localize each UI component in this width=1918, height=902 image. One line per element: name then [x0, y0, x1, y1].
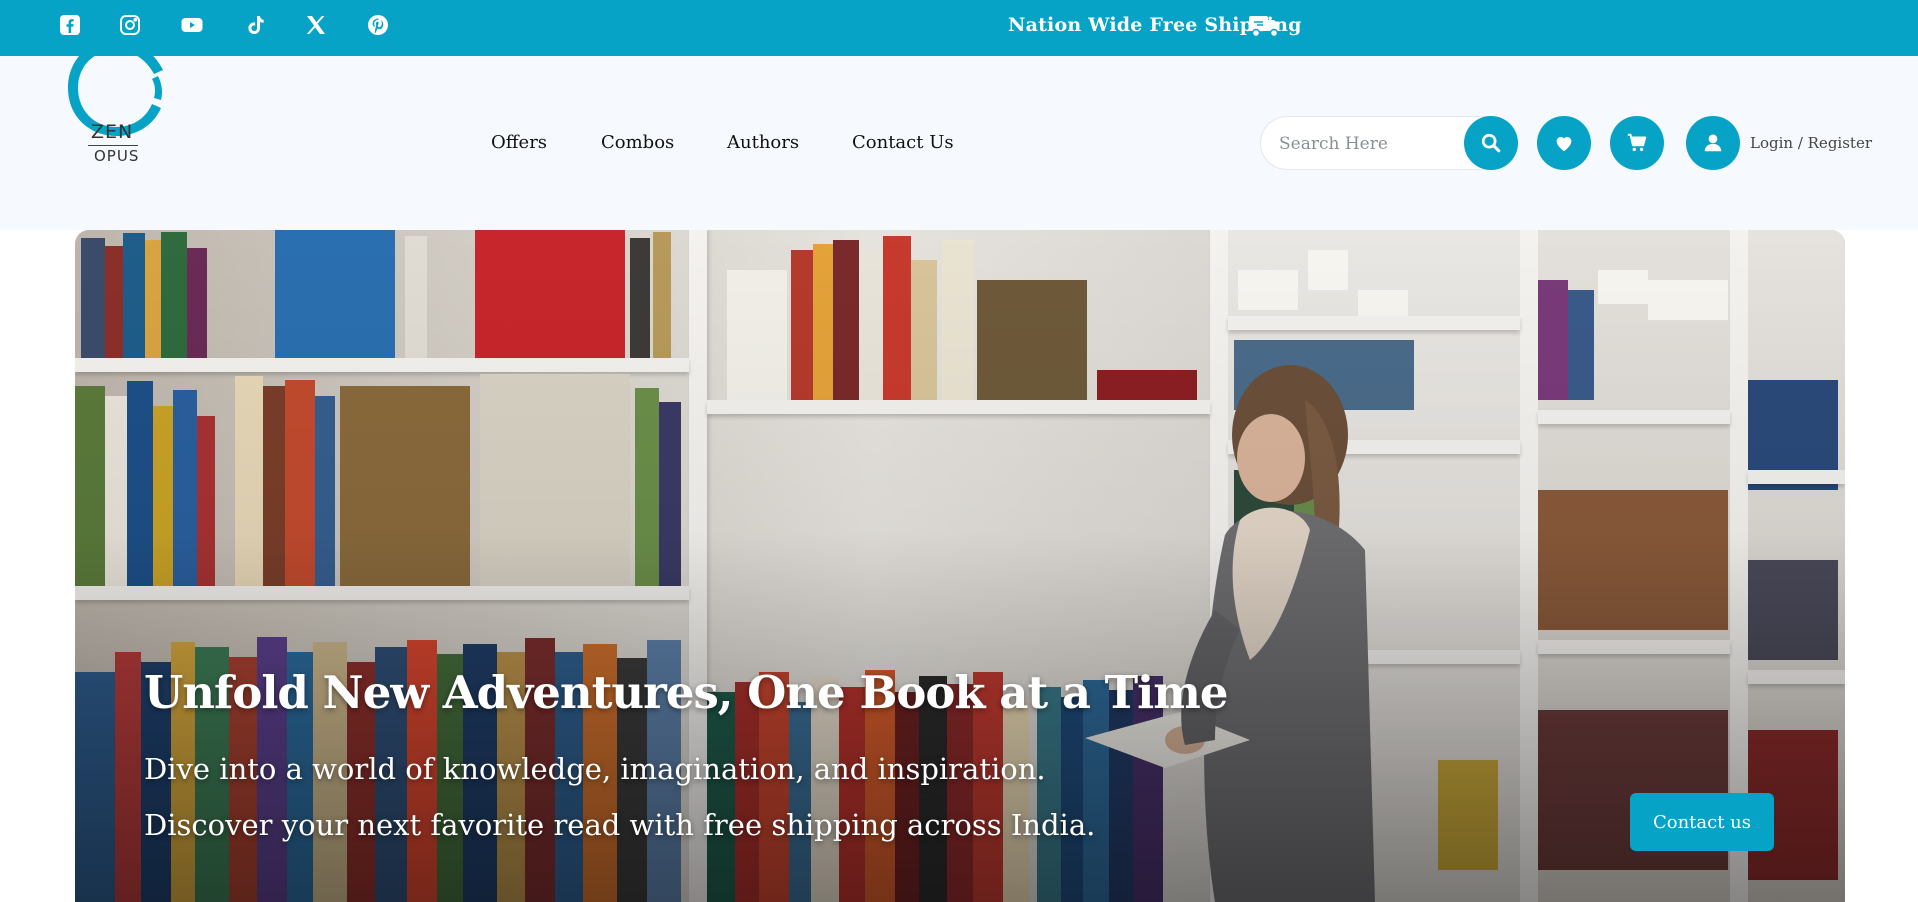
heart-icon	[1556, 137, 1572, 152]
pinterest-icon[interactable]	[365, 12, 391, 38]
search-icon	[1481, 133, 1501, 153]
x-icon[interactable]	[303, 12, 329, 38]
logo-text-zen: ZEN	[91, 121, 134, 143]
contact-us-button[interactable]: Contact us	[1630, 793, 1774, 851]
wishlist-button[interactable]	[1537, 116, 1591, 170]
youtube-icon[interactable]	[179, 12, 205, 38]
search-input[interactable]	[1279, 131, 1449, 157]
nav-contact-us[interactable]: Contact Us	[852, 132, 954, 153]
hero-title: Unfold New Adventures, One Book at a Tim…	[144, 666, 1228, 719]
logo-divider	[88, 145, 138, 146]
top-bar: Nation Wide Free Shipping	[0, 0, 1918, 56]
hero-banner: Unfold New Adventures, One Book at a Tim…	[75, 230, 1845, 902]
account-button[interactable]	[1686, 116, 1740, 170]
nav-authors[interactable]: Authors	[727, 132, 799, 153]
user-icon	[1704, 134, 1722, 152]
search-button[interactable]	[1464, 116, 1518, 170]
truck-icon	[1248, 11, 1282, 39]
cart-button[interactable]	[1610, 116, 1664, 170]
nav-combos[interactable]: Combos	[601, 132, 674, 153]
hero-subtitle: Dive into a world of knowledge, imaginat…	[144, 752, 1096, 842]
login-register-link[interactable]: Login / Register	[1750, 134, 1872, 152]
logo-text-opus: OPUS	[94, 147, 140, 165]
cart-icon	[1627, 133, 1647, 152]
nav-offers[interactable]: Offers	[491, 132, 547, 153]
tiktok-icon[interactable]	[242, 12, 268, 38]
